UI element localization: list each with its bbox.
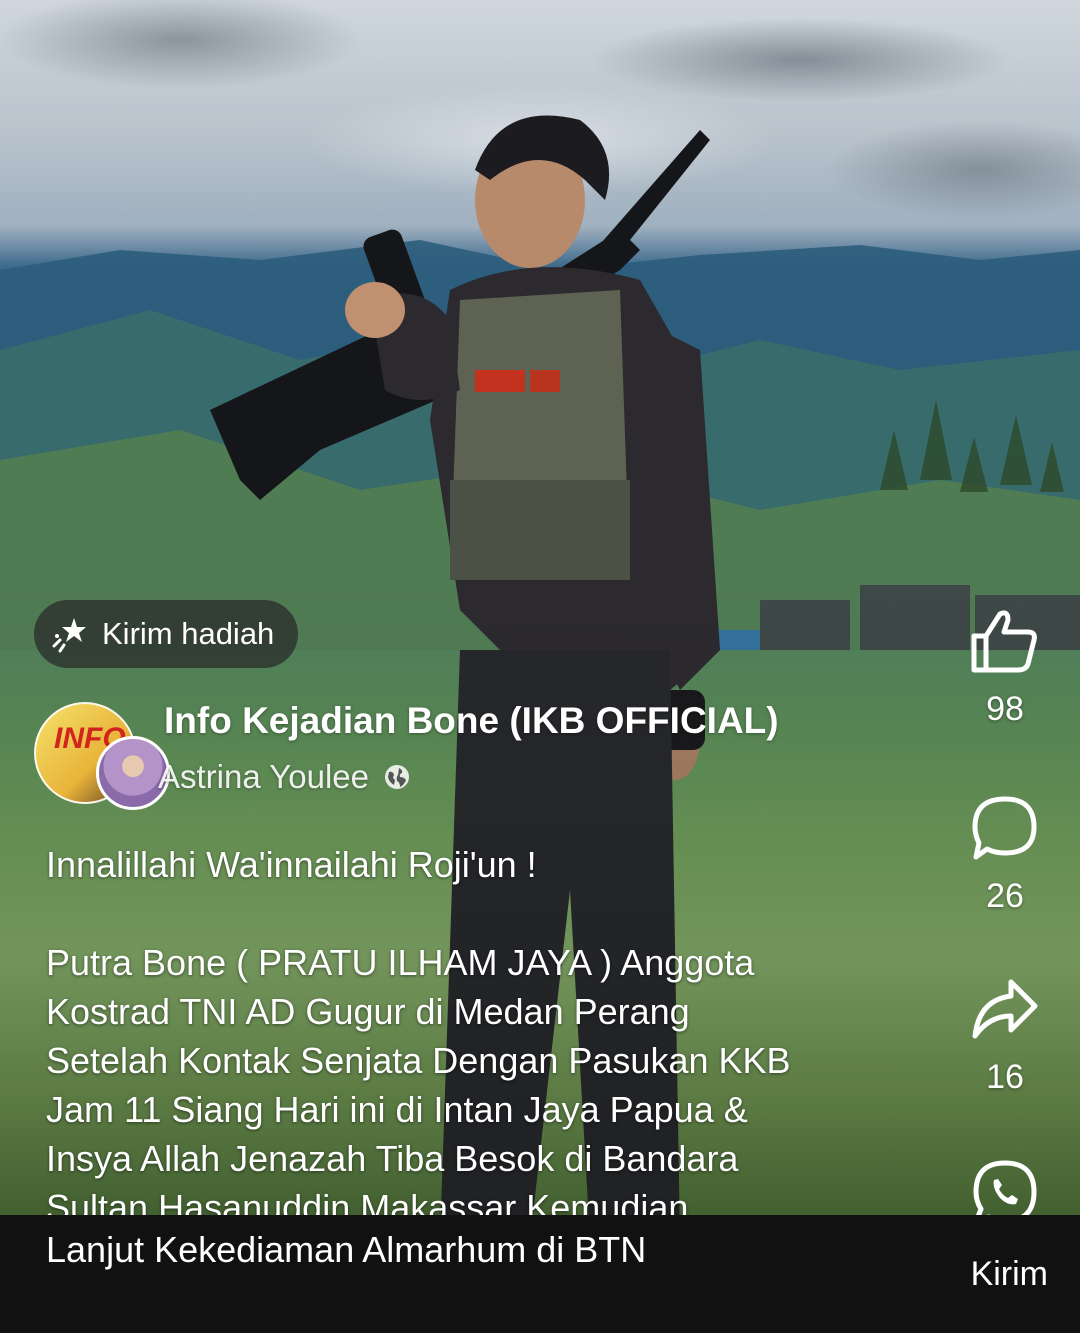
- share-action[interactable]: 16: [930, 978, 1080, 1097]
- like-action[interactable]: 98: [930, 608, 1080, 729]
- caption-line: Setelah Kontak Senjata Dengan Pasukan KK…: [46, 1040, 791, 1081]
- comment-action[interactable]: 26: [930, 795, 1080, 916]
- send-label[interactable]: Kirim: [971, 1255, 1048, 1294]
- post-caption[interactable]: Innalillahi Wa'innailahi Roji'un ! Putra…: [46, 840, 906, 1232]
- comment-bubble-icon: [972, 796, 1037, 860]
- caption-last-line: Lanjut Kekediaman Almarhum di BTN: [46, 1229, 647, 1270]
- thumbs-up-icon: [971, 610, 1037, 673]
- reel-screen: Kirim hadiah INFO Info Kejadian Bone (IK…: [0, 0, 1080, 1333]
- send-gift-label: Kirim hadiah: [102, 616, 275, 651]
- page-name-link[interactable]: Info Kejadian Bone (IKB OFFICIAL): [164, 700, 779, 742]
- poster-line: Astrina Youlee: [158, 758, 411, 796]
- poster-name-link[interactable]: Astrina Youlee: [158, 758, 369, 796]
- send-gift-button[interactable]: Kirim hadiah: [34, 600, 299, 668]
- gift-sparkle-icon: [52, 618, 86, 653]
- globe-icon: [385, 765, 410, 789]
- like-count: 98: [986, 690, 1024, 728]
- caption-line: Jam 11 Siang Hari ini di Intan Jaya Papu…: [46, 1089, 748, 1130]
- caption-line: Kostrad TNI AD Gugur di Medan Perang: [46, 991, 690, 1032]
- share-count: 16: [986, 1058, 1024, 1096]
- comment-count: 26: [986, 877, 1024, 915]
- post-author: INFO Info Kejadian Bone (IKB OFFICIAL) A…: [34, 700, 934, 810]
- caption-line: Putra Bone ( PRATU ILHAM JAYA ) Anggota: [46, 942, 755, 983]
- share-arrow-icon: [972, 979, 1038, 1039]
- caption-line: Innalillahi Wa'innailahi Roji'un !: [46, 844, 537, 885]
- caption-line: Insya Allah Jenazah Tiba Besok di Bandar…: [46, 1138, 739, 1179]
